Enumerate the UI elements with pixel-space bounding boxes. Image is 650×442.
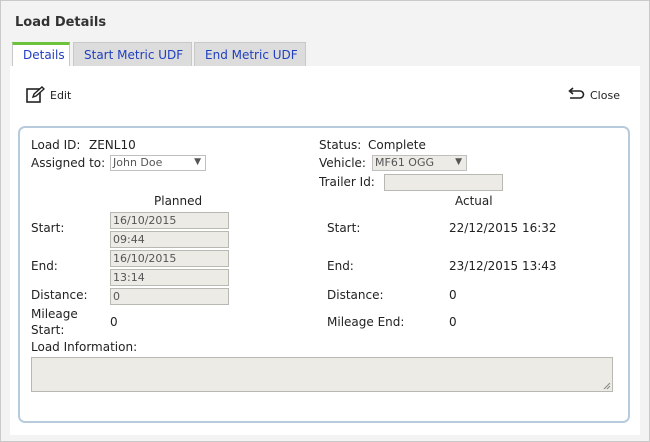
actual-header: Actual (455, 194, 493, 208)
vehicle-label: Vehicle: (319, 156, 366, 170)
edit-icon (26, 86, 45, 103)
tab-start-metric-udf[interactable]: Start Metric UDF (73, 42, 192, 66)
resize-grip-icon[interactable] (603, 382, 611, 390)
undo-arrow-icon (568, 87, 585, 99)
edit-label: Edit (50, 88, 72, 102)
mileage-start-label-line1: Mileage (31, 307, 78, 321)
actual-distance-label: Distance: (327, 288, 384, 302)
load-id-label: Load ID: (31, 138, 81, 152)
planned-distance-label: Distance: (31, 288, 88, 302)
actual-start-value: 22/12/2015 16:32 (449, 221, 557, 235)
mileage-start-label-line2: Start: (31, 323, 65, 337)
planned-end-time-value: 13:14 (113, 271, 145, 284)
trailer-id-field[interactable] (384, 174, 503, 191)
tab-details[interactable]: Details (12, 42, 70, 66)
planned-end-date-field[interactable]: 16/10/2015 (110, 250, 229, 267)
planned-start-label: Start: (31, 221, 65, 235)
planned-start-time-field[interactable]: 09:44 (110, 231, 229, 248)
vehicle-select[interactable]: MF61 OGG ▼ (372, 155, 467, 171)
actual-end-value: 23/12/2015 13:43 (449, 259, 557, 273)
status-value: Complete (368, 138, 426, 152)
planned-end-label: End: (31, 259, 58, 273)
tab-details-label: Details (23, 48, 65, 62)
dropdown-arrow-icon: ▼ (194, 157, 201, 167)
load-information-label: Load Information: (31, 340, 138, 354)
edit-button[interactable]: Edit (26, 86, 71, 104)
close-button[interactable]: Close (567, 87, 620, 103)
planned-header: Planned (154, 194, 203, 208)
planned-start-time-value: 09:44 (113, 233, 145, 246)
assigned-to-value: John Doe (113, 156, 163, 169)
mileage-end-label: Mileage End: (327, 315, 405, 329)
planned-end-time-field[interactable]: 13:14 (110, 269, 229, 286)
tab-start-metric-udf-label: Start Metric UDF (84, 48, 184, 62)
mileage-start-value: 0 (110, 315, 118, 329)
vehicle-value: MF61 OGG (375, 156, 435, 169)
load-information-textarea[interactable] (31, 357, 613, 392)
actual-distance-value: 0 (449, 288, 457, 302)
planned-distance-value: 0 (113, 290, 120, 303)
close-label: Close (590, 88, 620, 102)
planned-end-date-value: 16/10/2015 (113, 252, 177, 265)
title-bar: Load Details (1, 1, 649, 38)
planned-start-date-value: 16/10/2015 (113, 214, 177, 227)
assigned-to-select[interactable]: John Doe ▼ (110, 155, 206, 171)
assigned-to-label: Assigned to: (31, 156, 106, 170)
trailer-id-label: Trailer Id: (319, 175, 375, 189)
dropdown-arrow-icon: ▼ (455, 157, 462, 167)
actual-end-label: End: (327, 259, 354, 273)
tab-end-metric-udf-label: End Metric UDF (205, 48, 298, 62)
window-title: Load Details (15, 15, 107, 30)
status-label: Status: (319, 138, 362, 152)
planned-start-date-field[interactable]: 16/10/2015 (110, 212, 229, 229)
planned-distance-field[interactable]: 0 (110, 288, 229, 305)
load-id-value: ZENL10 (89, 138, 136, 152)
mileage-end-value: 0 (449, 315, 457, 329)
tab-end-metric-udf[interactable]: End Metric UDF (194, 42, 306, 66)
actual-start-label: Start: (327, 221, 361, 235)
